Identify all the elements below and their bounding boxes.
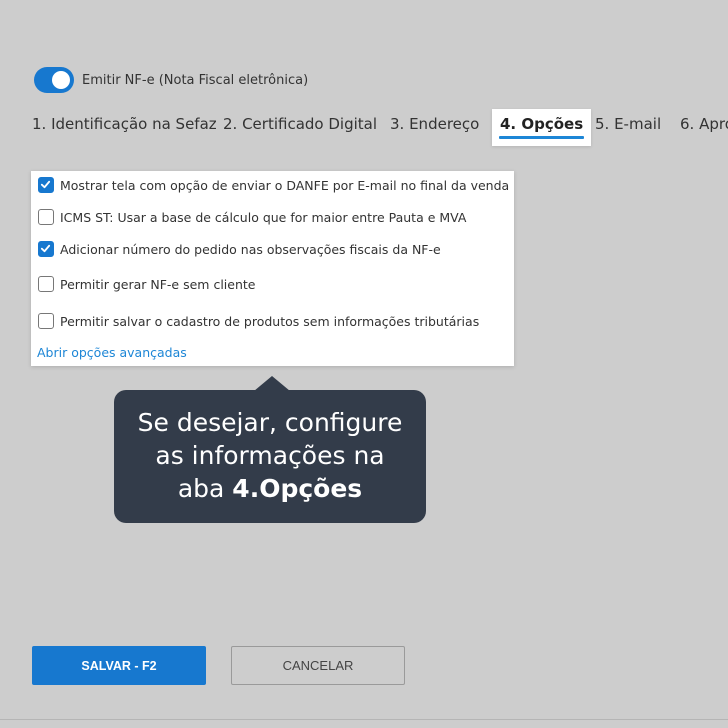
cancel-button[interactable]: CANCELAR	[231, 646, 405, 685]
tooltip-text: aba	[177, 474, 233, 503]
checkbox-checked[interactable]	[38, 241, 54, 257]
option-mostrar-tela-danfe[interactable]: Mostrar tela com opção de enviar o DANFE…	[38, 177, 509, 193]
advanced-options-link[interactable]: Abrir opções avançadas	[37, 345, 187, 360]
tab-bar: 1. Identificação na Sefaz 2. Certificado…	[0, 109, 728, 147]
checkbox-unchecked[interactable]	[38, 313, 54, 329]
onboarding-tooltip: Se desejar, configure as informações na …	[114, 390, 426, 523]
tab-identificacao-sefaz[interactable]: 1. Identificação na Sefaz	[32, 109, 217, 146]
nfe-toggle-row: Emitir NF-e (Nota Fiscal eletrônica)	[34, 67, 308, 93]
tooltip-line: aba 4.Opções	[114, 472, 426, 505]
option-label: Mostrar tela com opção de enviar o DANFE…	[60, 177, 510, 193]
tooltip-highlight: 4.Opções	[232, 474, 363, 503]
tab-certificado-digital[interactable]: 2. Certificado Digital	[223, 109, 377, 146]
option-numero-pedido[interactable]: Adicionar número do pedido nas observaçõ…	[38, 241, 441, 257]
option-label: ICMS ST: Usar a base de cálculo que for …	[60, 209, 467, 225]
tooltip-arrow	[254, 376, 290, 391]
options-panel: Mostrar tela com opção de enviar o DANFE…	[31, 171, 514, 366]
tab-endereco[interactable]: 3. Endereço	[390, 109, 479, 146]
tooltip-line: Se desejar, configure	[137, 408, 403, 437]
active-tab-indicator	[499, 136, 585, 139]
tooltip-line: as informações na	[155, 441, 385, 470]
tab-aprovacao[interactable]: 6. Apro	[680, 109, 728, 146]
tab-opcoes[interactable]: 4. Opções	[492, 109, 592, 146]
save-button[interactable]: SALVAR - F2	[32, 646, 206, 685]
option-icms-st[interactable]: ICMS ST: Usar a base de cálculo que for …	[38, 209, 466, 225]
nfe-toggle-switch[interactable]	[34, 67, 74, 93]
checkmark-icon	[40, 244, 51, 253]
checkbox-unchecked[interactable]	[38, 276, 54, 292]
tab-email[interactable]: 5. E-mail	[595, 109, 661, 146]
option-label: Adicionar número do pedido nas observaçõ…	[60, 241, 441, 257]
tab-opcoes-label: 4. Opções	[500, 115, 584, 133]
checkbox-unchecked[interactable]	[38, 209, 54, 225]
nfe-toggle-label: Emitir NF-e (Nota Fiscal eletrônica)	[82, 72, 309, 88]
option-label: Permitir salvar o cadastro de produtos s…	[60, 313, 480, 329]
option-nfe-sem-cliente[interactable]: Permitir gerar NF-e sem cliente	[38, 276, 255, 292]
option-label: Permitir gerar NF-e sem cliente	[60, 276, 256, 292]
option-salvar-sem-tributarias[interactable]: Permitir salvar o cadastro de produtos s…	[38, 313, 479, 329]
checkmark-icon	[40, 180, 51, 189]
footer-divider	[0, 719, 728, 720]
checkbox-checked[interactable]	[38, 177, 54, 193]
